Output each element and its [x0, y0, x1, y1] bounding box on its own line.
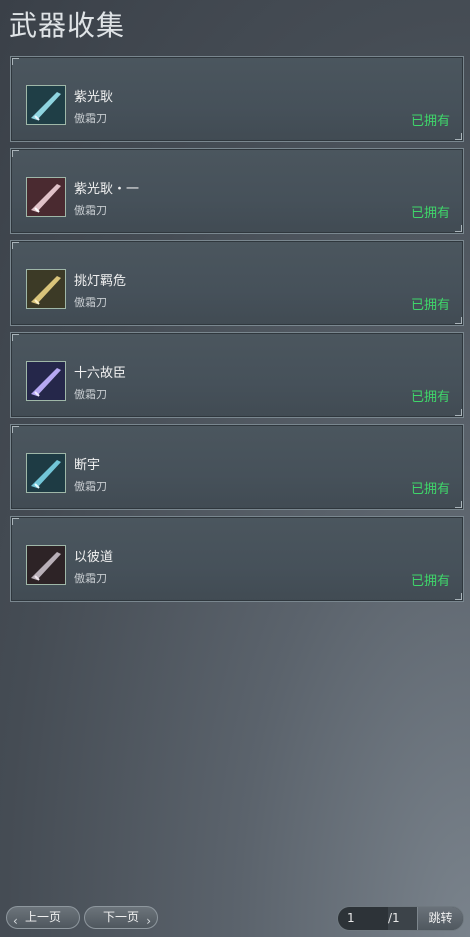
weapon-name: 断宇: [74, 458, 101, 473]
sword-icon: [26, 453, 66, 493]
weapon-name: 十六故臣: [74, 366, 127, 381]
weapon-card[interactable]: 紫光耿 傲霜刀 已拥有: [10, 56, 464, 142]
page-title: 武器收集: [9, 9, 126, 42]
sword-icon: [26, 85, 66, 125]
weapon-class: 傲霜刀: [74, 112, 107, 125]
weapon-name: 以彼道: [74, 550, 114, 565]
prev-page-button[interactable]: ‹ 上一页: [6, 906, 80, 929]
owned-status: 已拥有: [410, 574, 450, 589]
weapon-card[interactable]: 十六故臣 傲霜刀 已拥有: [10, 332, 464, 418]
sword-icon: [26, 269, 66, 309]
weapon-name: 挑灯羁危: [74, 274, 127, 289]
weapon-class: 傲霜刀: [74, 296, 107, 309]
next-page-button[interactable]: 下一页 ›: [84, 906, 158, 929]
jump-button[interactable]: 跳转: [417, 907, 463, 930]
owned-status: 已拥有: [410, 114, 450, 129]
page-input[interactable]: 1: [338, 907, 388, 930]
page-total: /1: [388, 911, 400, 925]
weapon-name: 紫光耿・一: [74, 182, 140, 197]
owned-status: 已拥有: [410, 206, 450, 221]
weapon-card[interactable]: 紫光耿・一 傲霜刀 已拥有: [10, 148, 464, 234]
weapon-card[interactable]: 挑灯羁危 傲霜刀 已拥有: [10, 240, 464, 326]
page-jump: 1 /1 跳转: [337, 906, 464, 931]
sword-icon: [26, 545, 66, 585]
sword-icon: [26, 177, 66, 217]
weapon-card[interactable]: 断宇 傲霜刀 已拥有: [10, 424, 464, 510]
owned-status: 已拥有: [410, 482, 450, 497]
weapon-class: 傲霜刀: [74, 572, 107, 585]
weapon-class: 傲霜刀: [74, 204, 107, 217]
chevron-right-icon: ›: [146, 914, 151, 928]
owned-status: 已拥有: [410, 390, 450, 405]
sword-icon: [26, 361, 66, 401]
weapon-list: 紫光耿 傲霜刀 已拥有 紫光耿・一 傲霜刀 已拥有 挑灯羁危 傲霜刀 已拥有 十…: [10, 56, 464, 608]
owned-status: 已拥有: [410, 298, 450, 313]
weapon-class: 傲霜刀: [74, 388, 107, 401]
weapon-card[interactable]: 以彼道 傲霜刀 已拥有: [10, 516, 464, 602]
weapon-class: 傲霜刀: [74, 480, 107, 493]
weapon-name: 紫光耿: [74, 90, 114, 105]
